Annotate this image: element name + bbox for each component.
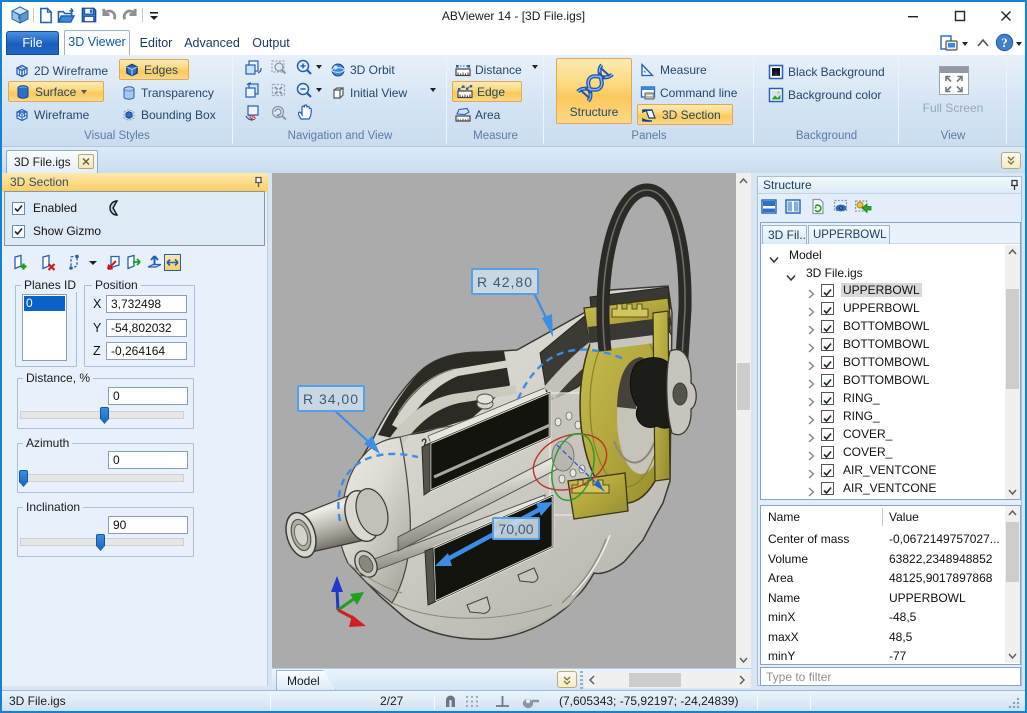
- svg-text:R 42,80: R 42,80: [477, 274, 533, 290]
- svg-text:?: ?: [1001, 36, 1007, 50]
- svg-text:70,00: 70,00: [498, 521, 533, 537]
- svg-text:35: 35: [248, 115, 256, 122]
- svg-text:R 34,00: R 34,00: [303, 391, 359, 407]
